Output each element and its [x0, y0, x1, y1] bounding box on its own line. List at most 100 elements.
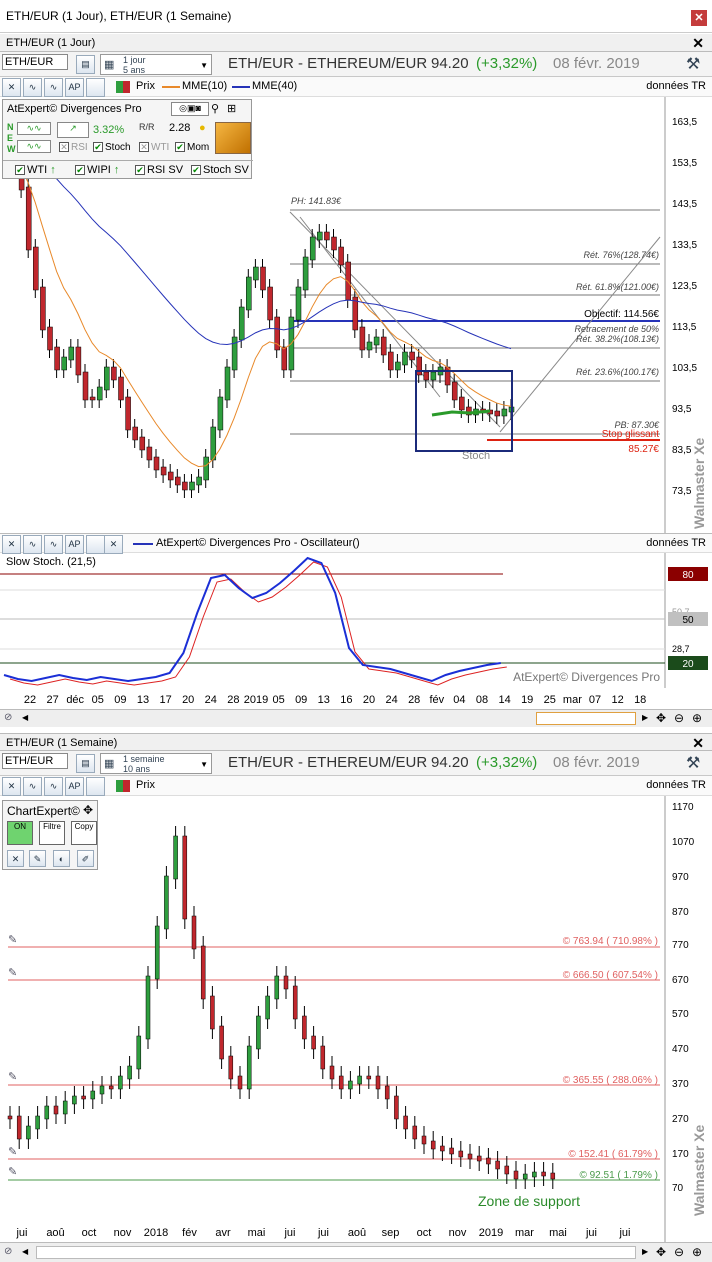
daily-candle: [189, 481, 195, 491]
window-close-button[interactable]: ✕: [691, 10, 707, 26]
scroll-thumb[interactable]: [536, 712, 636, 725]
wti-signal-label: WTI: [27, 164, 48, 176]
daily-candle: [494, 410, 501, 417]
search-icon[interactable]: ⚲: [211, 102, 219, 115]
signals-row: ✔ WTI ↑ ✔ WIPI ↑ ✔ RSI SV ✔ Stoch SV: [3, 160, 253, 180]
bell-icon[interactable]: [215, 122, 251, 154]
ap-icon[interactable]: AP: [65, 78, 84, 97]
panel1-close-icon[interactable]: ✕: [692, 35, 704, 51]
panel1-change: (+3,32%): [476, 55, 538, 72]
blank-icon[interactable]: [86, 78, 105, 97]
weekly-x-label: nov: [114, 1227, 132, 1239]
wti-signal[interactable]: ✔ WTI ↑: [15, 164, 56, 176]
y-tick: 970: [672, 872, 689, 883]
wrench-icon[interactable]: ✕: [2, 535, 21, 554]
wipi-signal[interactable]: ✔ WIPI ↑: [75, 164, 119, 176]
wti-option[interactable]: ✕ WTI: [139, 142, 169, 153]
scroll-left-icon[interactable]: ◀: [22, 1247, 28, 1256]
rsi-option[interactable]: ✕ RSI: [59, 142, 88, 153]
move-icon[interactable]: ✥: [656, 711, 666, 725]
wave-icon[interactable]: ∿: [23, 78, 42, 97]
weekly-candle: [329, 1065, 335, 1080]
rr-icon: R/R: [139, 122, 155, 132]
compare-icon[interactable]: ∿: [44, 535, 63, 554]
zoom-in-icon[interactable]: ⊕: [692, 711, 702, 725]
stoch-option[interactable]: ✔ Stoch: [93, 142, 131, 153]
scroll-track[interactable]: [36, 1246, 636, 1259]
move-icon[interactable]: ✥: [656, 1245, 666, 1259]
wti-signal-checkbox[interactable]: ✔: [15, 165, 25, 176]
blank-icon[interactable]: [86, 777, 105, 796]
weekly-candle: [495, 1160, 500, 1170]
compare-icon[interactable]: ∿: [44, 78, 63, 97]
mom-option[interactable]: ✔ Mom: [175, 142, 209, 153]
wti-checkbox[interactable]: ✕: [139, 142, 149, 153]
toolbar-icons[interactable]: ◎▣◙: [171, 102, 209, 116]
weekly-candle: [320, 1045, 326, 1070]
compare-icon[interactable]: ∿: [44, 777, 63, 796]
y-tick: 113,5: [672, 322, 697, 333]
wipi-checkbox[interactable]: ✔: [75, 165, 85, 176]
tools-small-icon[interactable]: ✕: [7, 850, 24, 867]
daily-candle: [182, 481, 188, 491]
ret236-label: Rét. 23.6%(100.17€): [576, 367, 659, 377]
panel2-scrollbar[interactable]: ⊘ ◀ ▶ ✥ ⊖ ⊕: [0, 1242, 712, 1262]
ne-wave-icon[interactable]: ∿∿: [17, 122, 51, 135]
trend-icon[interactable]: ↗: [57, 122, 89, 138]
zoom-in-icon[interactable]: ⊕: [692, 1245, 702, 1259]
rsisv-checkbox[interactable]: ✔: [135, 165, 145, 176]
ap-icon[interactable]: AP: [65, 535, 84, 554]
scroll-right-icon[interactable]: ▶: [642, 713, 648, 722]
zoom-out-icon[interactable]: ⊖: [674, 711, 684, 725]
weekly-x-label: jui: [585, 1227, 597, 1239]
weekly-candle: [458, 1150, 464, 1158]
rsi-checkbox[interactable]: ✕: [59, 142, 69, 153]
on-button[interactable]: ON: [7, 821, 33, 845]
oscillator-x-label: 17: [159, 694, 171, 706]
panel2-close-icon[interactable]: ✕: [692, 735, 704, 751]
panel1-symbol-field[interactable]: ETH/EUR: [2, 54, 68, 70]
pencil-icon[interactable]: ✎: [29, 850, 46, 867]
wrench-icon[interactable]: ✕: [2, 78, 21, 97]
wrench-icon[interactable]: ✕: [2, 777, 21, 796]
daily-candle: [33, 246, 39, 291]
scroll-right-icon[interactable]: ▶: [642, 1247, 648, 1256]
stochsv-checkbox[interactable]: ✔: [191, 165, 201, 176]
book-icon[interactable]: ▤: [76, 754, 95, 773]
palette-icon[interactable]: ◐: [53, 850, 70, 867]
close-icon[interactable]: ✕: [104, 535, 123, 554]
mom-checkbox[interactable]: ✔: [175, 142, 185, 153]
tools-icon[interactable]: ⚒: [686, 753, 700, 773]
zoom-out-icon[interactable]: ⊖: [674, 1245, 684, 1259]
stoch-checkbox[interactable]: ✔: [93, 142, 103, 153]
bell-marker-icon: ✎: [8, 967, 17, 979]
period-bottom: 10 ans: [123, 764, 151, 774]
edit-icon[interactable]: ✐: [77, 850, 94, 867]
weekly-x-label: aoû: [348, 1227, 366, 1239]
weekly-candle: [246, 1045, 252, 1090]
copy-button[interactable]: Copy: [71, 821, 97, 845]
tools-icon[interactable]: ⚒: [686, 54, 700, 74]
link-icon[interactable]: ⊘: [4, 712, 12, 723]
book-icon[interactable]: ▤: [76, 55, 95, 74]
settings-icon[interactable]: ⊞: [227, 102, 236, 115]
blank-icon[interactable]: [86, 535, 105, 554]
stochsv-signal[interactable]: ✔ Stoch SV: [191, 164, 249, 176]
weekly-candle: [210, 995, 215, 1030]
panel1-period-select[interactable]: ▦ 1 jour 5 ans ▼: [100, 54, 212, 75]
move-icon[interactable]: ✥: [83, 803, 93, 817]
rsisv-signal[interactable]: ✔ RSI SV: [135, 164, 183, 176]
link-icon[interactable]: ⊘: [4, 1246, 12, 1257]
panel2-period-select[interactable]: ▦ 1 semaine 10 ans ▼: [100, 753, 212, 774]
wave-icon[interactable]: ∿: [23, 535, 42, 554]
panel2-symbol-field[interactable]: ETH/EUR: [2, 753, 68, 769]
weekly-x-label: 2019: [479, 1227, 503, 1239]
filtre-button[interactable]: Filtre: [39, 821, 65, 845]
daily-candle: [196, 476, 202, 486]
panel1-scrollbar[interactable]: ⊘ ◀ ▶ ✥ ⊖ ⊕: [0, 709, 712, 727]
oscillator-header: ✕ ∿ ∿ AP ✕ AtExpert© Divergences Pro - O…: [0, 533, 712, 554]
w-wave-icon[interactable]: ∿∿: [17, 140, 51, 153]
scroll-left-icon[interactable]: ◀: [22, 713, 28, 722]
ap-icon[interactable]: AP: [65, 777, 84, 796]
wave-icon[interactable]: ∿: [23, 777, 42, 796]
